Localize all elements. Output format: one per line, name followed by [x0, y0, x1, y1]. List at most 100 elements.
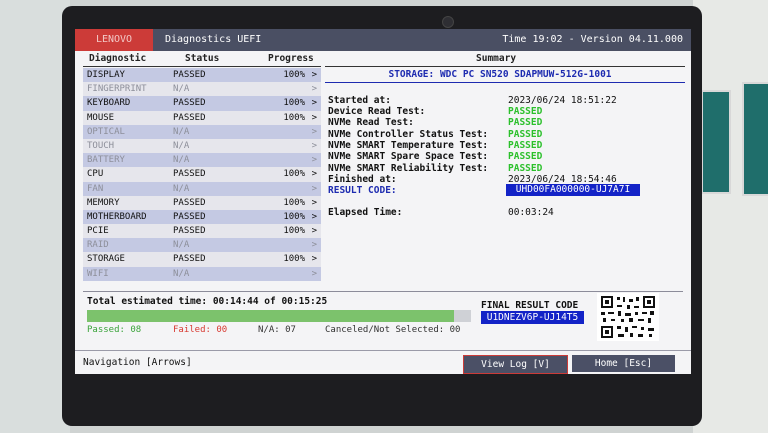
diagnostic-status: N/A [173, 240, 190, 251]
background-right [693, 0, 768, 433]
diagnostic-name: BATTERY [87, 155, 125, 166]
failed-count: Failed: 00 [173, 325, 228, 335]
test-result: PASSED [508, 139, 543, 151]
elapsed-label: Elapsed Time: [328, 207, 403, 218]
result-code-value: UHD00FA000000-UJ7A7I [506, 184, 640, 196]
test-result: PASSED [508, 128, 543, 140]
diagnostic-status: PASSED [173, 112, 206, 123]
test-result: PASSED [508, 162, 543, 174]
test-label: NVMe Controller Status Test: [328, 128, 489, 140]
diagnostic-progress: 100% [283, 98, 305, 109]
chevron-right-icon: > [311, 254, 317, 265]
diagnostic-status: PASSED [173, 197, 206, 208]
diagnostic-progress: 100% [283, 70, 305, 80]
diagnostic-status: PASSED [173, 98, 206, 109]
progress-header: Progress [268, 53, 314, 64]
chevron-right-icon: > [311, 268, 317, 279]
diagnostic-name: DISPLAY [87, 70, 125, 80]
chevron-right-icon: > [311, 140, 317, 151]
chevron-right-icon: > [311, 155, 317, 166]
diagnostic-status: N/A [173, 268, 190, 279]
diagnostic-status: N/A [173, 155, 190, 166]
na-count: N/A: 07 [258, 325, 296, 335]
diagnostic-status: PASSED [173, 169, 206, 180]
total-estimated-time: Total estimated time: 00:14:44 of 00:15:… [87, 296, 328, 307]
diagnostic-row-pcie[interactable]: PCIE PASSED 100% > [83, 224, 321, 239]
diagnostic-row-motherboard[interactable]: MOTHERBOARD PASSED 100% > [83, 209, 321, 225]
diagnostic-row-keyboard[interactable]: KEYBOARD PASSED 100% > [83, 96, 321, 111]
time-version: Time 19:02 - Version 04.11.000 [502, 34, 683, 45]
background-left [0, 0, 70, 433]
test-label: Device Read Test: [328, 106, 426, 117]
diagnostic-row-fingerprint[interactable]: FINGERPRINT N/A > [83, 82, 321, 97]
elapsed-value: 00:03:24 [508, 207, 554, 218]
test-result: PASSED [508, 106, 543, 117]
diagnostic-name: STORAGE [87, 254, 125, 265]
diagnostic-progress: 100% [283, 226, 305, 237]
diagnostic-name: PCIE [87, 226, 109, 237]
diagnostic-name: KEYBOARD [87, 98, 131, 109]
chevron-right-icon: > [311, 211, 317, 222]
diagnostic-row-optical[interactable]: OPTICAL N/A > [83, 124, 321, 139]
diagnostic-progress: 100% [283, 112, 305, 123]
chevron-right-icon: > [311, 126, 317, 137]
diagnostic-row-display[interactable]: DISPLAY PASSED 100% > [83, 68, 321, 83]
background-poster [742, 82, 768, 196]
diagnostic-name: FAN [87, 183, 104, 194]
diagnostic-status: N/A [173, 126, 190, 137]
background-poster [701, 90, 731, 194]
diagnostic-status: N/A [173, 140, 190, 151]
test-label: NVMe SMART Spare Space Test: [328, 151, 489, 163]
diagnostics-screen: LENOVO Diagnostics UEFI Time 19:02 - Ver… [75, 29, 691, 374]
diagnostic-row-mouse[interactable]: MOUSE PASSED 100% > [83, 110, 321, 125]
diagnostic-name: MOTHERBOARD [87, 211, 147, 222]
diagnostic-row-storage[interactable]: STORAGE PASSED 100% > [83, 252, 321, 267]
diagnostic-status: PASSED [173, 211, 206, 222]
diagnostic-name: MOUSE [87, 112, 115, 123]
canceled-count: Canceled/Not Selected: 00 [325, 325, 461, 335]
started-value: 2023/06/24 18:51:22 [508, 95, 617, 106]
diagnostic-progress: 100% [283, 211, 305, 222]
diagnostic-progress: 100% [283, 254, 305, 265]
diagnostic-name: TOUCH [87, 140, 115, 151]
qr-code-icon[interactable] [597, 293, 659, 341]
header-divider [325, 66, 685, 67]
test-result: PASSED [508, 151, 543, 163]
diagnostic-status: PASSED [173, 226, 206, 237]
chevron-right-icon: > [311, 183, 317, 194]
diagnostic-row-cpu[interactable]: CPU PASSED 100% > [83, 167, 321, 182]
summary-device-title: STORAGE: WDC PC SN520 SDAPMUW-512G-1001 [388, 69, 612, 80]
chevron-right-icon: > [311, 226, 317, 237]
chevron-right-icon: > [311, 84, 317, 95]
diagnostic-row-memory[interactable]: MEMORY PASSED 100% > [83, 195, 321, 210]
navigation-hint: Navigation [Arrows] [83, 357, 192, 368]
diagnostic-name: CPU [87, 169, 104, 180]
title-bar: LENOVO Diagnostics UEFI Time 19:02 - Ver… [75, 29, 691, 51]
test-label: NVMe SMART Temperature Test: [328, 139, 489, 151]
diagnostic-progress: 100% [283, 197, 305, 208]
app-title: Diagnostics UEFI [165, 34, 262, 45]
diagnostic-name: WIFI [87, 268, 109, 279]
final-result-code: U1DNEZV6P-UJ14T5 [481, 311, 584, 324]
passed-count: Passed: 08 [87, 325, 142, 335]
finished-label: Finished at: [328, 174, 397, 185]
diagnostic-row-wifi[interactable]: WIFI N/A > [83, 266, 321, 281]
view-log-button[interactable]: View Log [V] [463, 355, 568, 374]
brand-logo: LENOVO [75, 29, 153, 51]
progress-fill [87, 310, 454, 322]
diagnostic-list: DISPLAY PASSED 100% > FINGERPRINT N/A > KEYBOAR… [83, 68, 321, 281]
diagnostic-header: Diagnostic [89, 53, 147, 64]
home-button[interactable]: Home [Esc] [572, 355, 675, 372]
test-result: PASSED [508, 117, 543, 129]
diagnostic-name: OPTICAL [87, 126, 125, 137]
diagnostic-row-raid[interactable]: RAID N/A > [83, 238, 321, 253]
webcam-icon [442, 16, 454, 28]
diagnostic-name: FINGERPRINT [87, 84, 147, 95]
diagnostic-row-touch[interactable]: TOUCH N/A > [83, 138, 321, 154]
diagnostic-row-battery[interactable]: BATTERY N/A > [83, 153, 321, 168]
header-divider [83, 66, 321, 67]
chevron-right-icon: > [311, 197, 317, 208]
diagnostic-row-fan[interactable]: FAN N/A > [83, 181, 321, 196]
started-label: Started at: [328, 95, 391, 106]
summary-header: Summary [476, 53, 517, 64]
